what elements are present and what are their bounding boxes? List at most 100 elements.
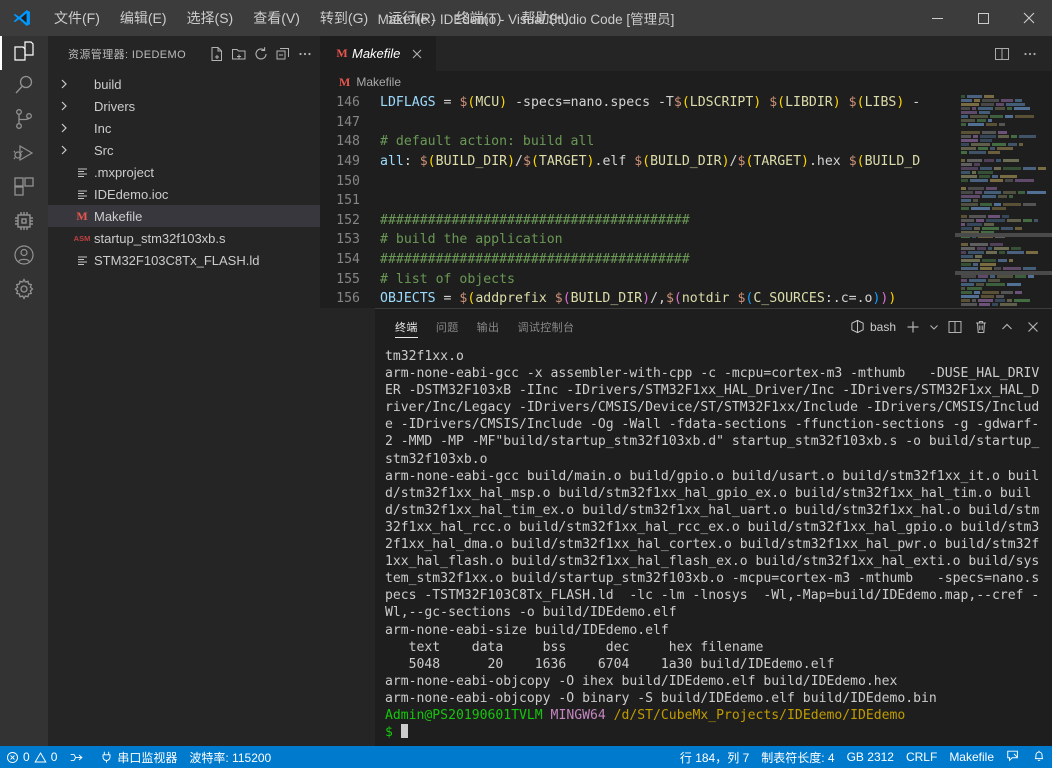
minimap-line <box>961 291 1046 294</box>
menu-file[interactable]: 文件(F) <box>44 0 110 36</box>
code-lines[interactable]: 146 LDFLAGS = $(MCU) -specs=nano.specs -T… <box>320 93 955 308</box>
split-terminal-button[interactable] <box>942 314 968 340</box>
terminal-input-line[interactable]: $ <box>385 724 1042 741</box>
more-actions-button[interactable] <box>294 43 316 65</box>
tree-item-makefile[interactable]: M Makefile <box>48 205 320 227</box>
minimap[interactable] <box>955 93 1052 308</box>
tree-item-mxproject[interactable]: .mxproject <box>48 161 320 183</box>
tree-item-startup-asm[interactable]: ASM startup_stm32f103xb.s <box>48 227 320 249</box>
terminal-line: 5048 20 1636 6704 1a30 build/IDEdemo.elf <box>385 656 835 672</box>
refresh-button[interactable] <box>250 43 272 65</box>
tree-item-inc[interactable]: Inc <box>48 117 320 139</box>
chip-icon <box>12 209 36 238</box>
tab-terminal[interactable]: 终端 <box>395 309 418 344</box>
close-button[interactable] <box>1006 0 1052 36</box>
terminal-selector[interactable]: bash <box>850 319 896 334</box>
status-serial-monitor[interactable]: 串口监视器 <box>94 746 183 768</box>
run-debug-icon <box>12 141 36 170</box>
status-remote[interactable] <box>63 746 94 768</box>
status-tab-size[interactable]: 制表符长度: 4 <box>755 746 840 768</box>
activity-search[interactable] <box>0 70 48 104</box>
activity-bar-continuation <box>0 308 48 746</box>
tree-item-linker-script[interactable]: STM32F103C8Tx_FLASH.ld <box>48 249 320 271</box>
kill-terminal-button[interactable] <box>968 314 994 340</box>
tab-problems[interactable]: 问题 <box>436 309 459 344</box>
code-line[interactable]: 147 <box>320 113 955 133</box>
panel-actions: bash <box>850 309 1052 344</box>
prompt-shell: MINGW64 <box>542 707 614 723</box>
tab-output[interactable]: 输出 <box>477 309 500 344</box>
minimap-line <box>961 251 1046 254</box>
minimize-button[interactable] <box>914 0 960 36</box>
terminal-dropdown-button[interactable] <box>926 314 942 340</box>
makefile-icon: M <box>336 46 348 60</box>
new-folder-button[interactable] <box>228 43 250 65</box>
activity-account[interactable] <box>0 240 48 274</box>
minimap-line <box>961 111 1046 114</box>
status-cursor-position[interactable]: 行 184，列 7 <box>674 746 755 768</box>
status-notifications[interactable] <box>1026 746 1052 768</box>
code-line[interactable]: 150 <box>320 171 955 191</box>
maximize-button[interactable] <box>960 0 1006 36</box>
tab-label: Makefile <box>352 46 401 61</box>
activity-run-debug[interactable] <box>0 138 48 172</box>
code-line[interactable]: 155 # list of objects <box>320 269 955 289</box>
status-language-mode[interactable]: Makefile <box>943 746 1000 768</box>
status-problems[interactable]: 0 0 <box>0 746 63 768</box>
status-eol[interactable]: CRLF <box>900 746 943 768</box>
minimap-line <box>961 299 1046 302</box>
code-line[interactable]: 154 #####################################… <box>320 250 955 270</box>
menu-terminal[interactable]: 终端(T) <box>446 0 512 36</box>
error-icon <box>6 751 19 764</box>
menu-go[interactable]: 转到(G) <box>310 0 378 36</box>
vscode-logo-icon <box>0 8 44 28</box>
activity-source-control[interactable] <box>0 104 48 138</box>
minimap-line <box>961 143 1046 146</box>
status-feedback[interactable] <box>1000 746 1026 768</box>
tree-item-idedemo-ioc[interactable]: IDEdemo.ioc <box>48 183 320 205</box>
split-editor-button[interactable] <box>988 36 1016 71</box>
line-number: 151 <box>336 193 360 209</box>
activity-extensions[interactable] <box>0 172 48 206</box>
code-line[interactable]: 152 #####################################… <box>320 211 955 231</box>
menu-view[interactable]: 查看(V) <box>243 0 310 36</box>
code-line[interactable]: 148 # default action: build all <box>320 132 955 152</box>
code-line[interactable]: 156 OBJECTS = $(addprefix $(BUILD_DIR)/,$… <box>320 289 955 308</box>
tab-close-icon[interactable] <box>408 45 426 63</box>
tree-item-drivers[interactable]: Drivers <box>48 95 320 117</box>
new-terminal-button[interactable] <box>900 314 926 340</box>
menu-run[interactable]: 运行(R) <box>378 0 445 36</box>
status-baud-rate[interactable]: 波特率: 115200 <box>183 746 277 768</box>
activity-settings[interactable] <box>0 274 48 308</box>
editor-more-actions-button[interactable] <box>1016 36 1044 71</box>
terminal-line: arm-none-eabi-objcopy -O binary -S build… <box>385 690 937 706</box>
breadcrumb[interactable]: M Makefile <box>320 71 1052 93</box>
menu-edit[interactable]: 编辑(E) <box>110 0 177 36</box>
tab-makefile[interactable]: M Makefile <box>320 36 438 71</box>
close-panel-button[interactable] <box>1020 314 1046 340</box>
minimap-line <box>961 259 1046 262</box>
code-line[interactable]: 149 all: $(BUILD_DIR)/$(TARGET).elf $(BUI… <box>320 152 955 172</box>
status-encoding[interactable]: GB 2312 <box>841 746 900 768</box>
tree-item-build[interactable]: build <box>48 73 320 95</box>
minimap-line <box>961 179 1046 182</box>
code-line[interactable]: 146 LDFLAGS = $(MCU) -specs=nano.specs -T… <box>320 93 955 113</box>
menu-help[interactable]: 帮助(H) <box>511 0 578 36</box>
new-file-button[interactable] <box>206 43 228 65</box>
minimap-line <box>961 223 1046 226</box>
plug-icon <box>100 750 113 764</box>
activity-explorer[interactable] <box>0 36 48 70</box>
activity-embedded[interactable] <box>0 206 48 240</box>
makefile-icon: M <box>339 74 351 89</box>
menu-selection[interactable]: 选择(S) <box>177 0 244 36</box>
code-line[interactable]: 151 <box>320 191 955 211</box>
tree-item-src[interactable]: Src <box>48 139 320 161</box>
maximize-panel-button[interactable] <box>994 314 1020 340</box>
minimap-line <box>961 199 1046 202</box>
code-line[interactable]: 153 # build the application <box>320 230 955 250</box>
minimap-line <box>961 191 1046 194</box>
tab-debug-console[interactable]: 调试控制台 <box>517 309 574 344</box>
vscode-window: 文件(F) 编辑(E) 选择(S) 查看(V) 转到(G) 运行(R) 终端(T… <box>0 0 1052 768</box>
collapse-all-button[interactable] <box>272 43 294 65</box>
terminal-output[interactable]: tm32f1xx.o arm-none-eabi-gcc -x assembler… <box>375 344 1052 746</box>
